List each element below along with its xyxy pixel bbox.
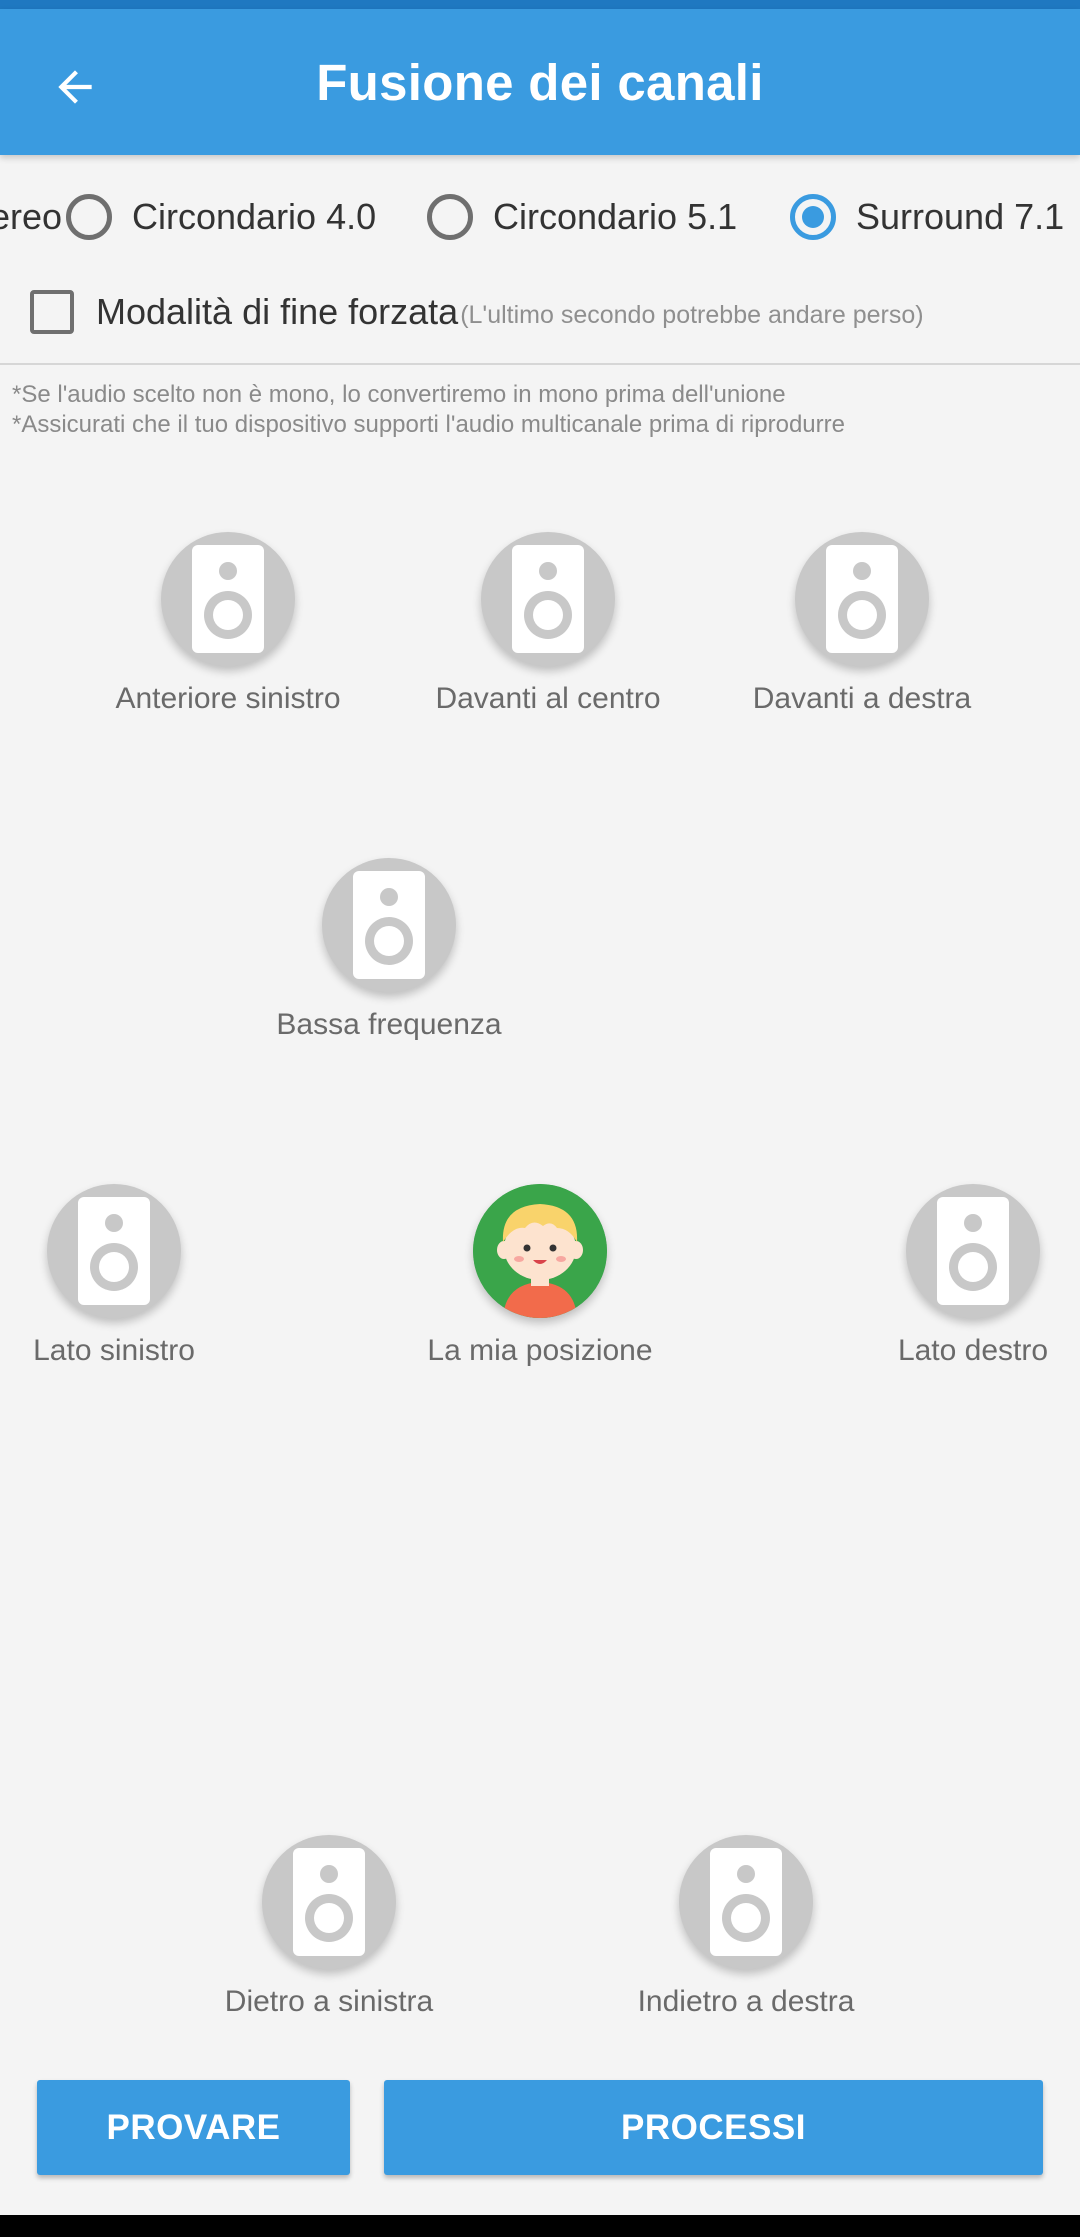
status-bar (0, 0, 1080, 9)
speaker-icon (710, 1848, 782, 1956)
speaker-label: Davanti al centro (435, 682, 661, 715)
speaker-label: Lato destro (897, 1334, 1049, 1367)
speaker-icon (512, 545, 584, 653)
try-button[interactable]: PROVARE (37, 2080, 350, 2175)
my-position-label: La mia posizione (427, 1334, 653, 1367)
speaker-label: Davanti a destra (752, 682, 972, 715)
force-end-mode-option[interactable]: Modalità di fine forzata (L'ultimo secon… (30, 282, 924, 342)
speaker-icon-wrap (906, 1184, 1040, 1318)
page-title: Fusione dei canali (316, 54, 764, 111)
avatar (473, 1184, 607, 1318)
speaker-icon-wrap (481, 532, 615, 666)
process-button[interactable]: PROCESSI (384, 2080, 1043, 2175)
speaker-label: Dietro a sinistra (224, 1985, 434, 2018)
speaker-icon (937, 1197, 1009, 1305)
mode-option-7-1[interactable]: Surround 7.1 (790, 187, 1064, 247)
my-position[interactable]: La mia posizione (390, 1184, 690, 1368)
mode-option-label: Circondario 5.1 (493, 196, 738, 237)
speaker-icon (293, 1848, 365, 1956)
radio-unchecked-icon (427, 194, 473, 240)
checkbox-unchecked-icon[interactable] (30, 290, 74, 334)
force-end-hint: (L'ultimo secondo potrebbe andare perso) (460, 300, 924, 329)
speaker-front-center[interactable]: Davanti al centro (398, 532, 698, 716)
speaker-label: Lato sinistro (33, 1334, 195, 1367)
speaker-low-frequency[interactable]: Bassa frequenza (239, 858, 539, 1042)
speaker-side-left[interactable]: Lato sinistro (0, 1184, 264, 1368)
speaker-icon (353, 871, 425, 979)
speaker-side-right[interactable]: Lato destro (823, 1184, 1080, 1368)
mode-option-label: Circondario 4.0 (132, 196, 377, 237)
mode-option-label: Surround 7.1 (856, 196, 1065, 237)
speaker-back-right[interactable]: Indietro a destra (596, 1835, 896, 2019)
speaker-icon-wrap (161, 532, 295, 666)
note-mono-conversion: *Se l'audio scelto non è mono, lo conver… (12, 381, 786, 408)
app-bar: Fusione dei canali (0, 9, 1080, 155)
mode-option-5-1[interactable]: Circondario 5.1 (427, 187, 737, 247)
notes: *Se l'audio scelto non è mono, lo conver… (12, 380, 845, 440)
speaker-label: Indietro a destra (637, 1985, 855, 2018)
speaker-front-right[interactable]: Davanti a destra (712, 532, 1012, 716)
speaker-icon (78, 1197, 150, 1305)
radio-unchecked-icon (66, 194, 112, 240)
divider (0, 363, 1080, 365)
speaker-label: Bassa frequenza (276, 1008, 502, 1041)
mode-option-4-0[interactable]: Circondario 4.0 (66, 187, 376, 247)
channel-mode-selector: Stereo Circondario 4.0 Circondario 5.1 S… (0, 160, 1080, 260)
note-multichannel-support: *Assicurati che il tuo dispositivo suppo… (12, 411, 845, 438)
speaker-icon-wrap (795, 532, 929, 666)
child-avatar-icon (473, 1184, 607, 1318)
speaker-front-left[interactable]: Anteriore sinistro (78, 532, 378, 716)
speaker-icon-wrap (262, 1835, 396, 1969)
speaker-icon-wrap (679, 1835, 813, 1969)
speaker-back-left[interactable]: Dietro a sinistra (179, 1835, 479, 2019)
speaker-icon-wrap (47, 1184, 181, 1318)
speaker-label: Anteriore sinistro (115, 682, 341, 715)
speaker-icon (826, 545, 898, 653)
force-end-label: Modalità di fine forzata (96, 291, 459, 332)
speaker-icon (192, 545, 264, 653)
speaker-icon-wrap (322, 858, 456, 992)
mode-option-stereo-clipped[interactable]: Stereo (0, 187, 62, 247)
navigation-bar (0, 2215, 1080, 2237)
radio-checked-icon (790, 194, 836, 240)
